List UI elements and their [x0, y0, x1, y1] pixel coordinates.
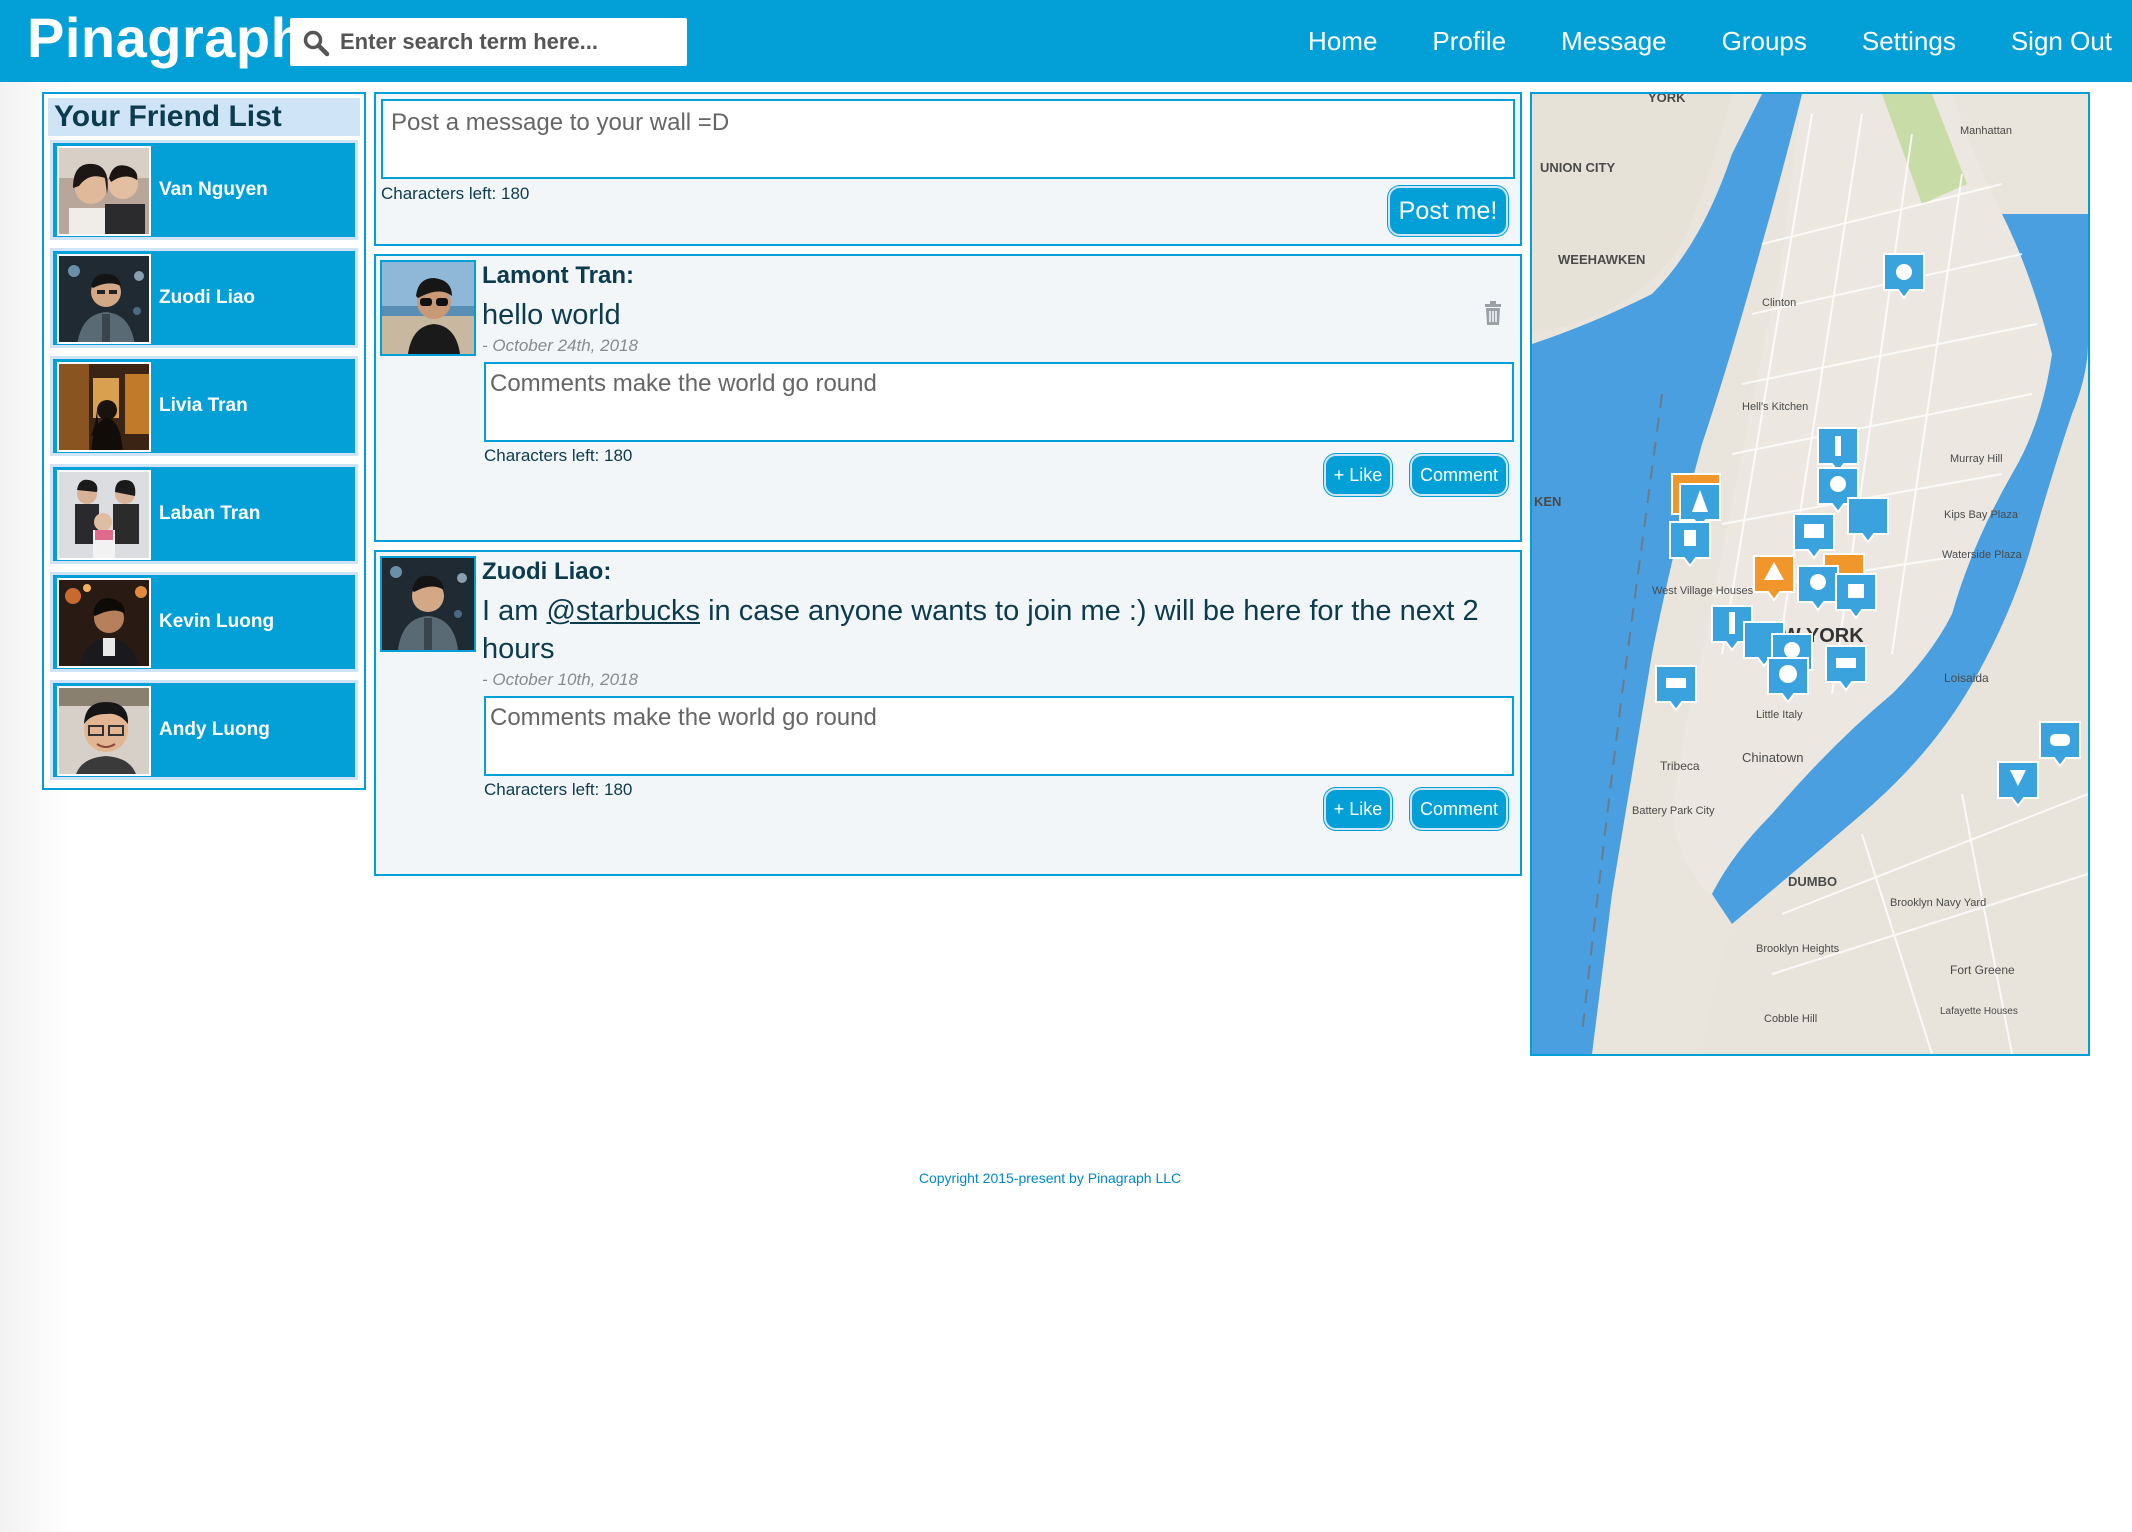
- brand-logo[interactable]: Pinagraph: [27, 6, 305, 70]
- post-date: - October 24th, 2018: [482, 336, 638, 355]
- comment-button[interactable]: Comment: [1410, 788, 1508, 830]
- avatar: [57, 146, 151, 236]
- map-label-kips-bay: Kips Bay Plaza: [1944, 509, 2019, 521]
- map-label-union-city: UNION CITY: [1540, 160, 1615, 175]
- search-input[interactable]: [340, 24, 680, 60]
- like-button[interactable]: + Like: [1324, 788, 1392, 830]
- like-button[interactable]: + Like: [1324, 454, 1392, 496]
- map-label-cobble-hill: Cobble Hill: [1764, 1013, 1817, 1025]
- nav-signout[interactable]: Sign Out: [2011, 26, 2112, 57]
- friend-item-laban-tran[interactable]: Laban Tran: [50, 464, 358, 564]
- friend-item-zuodi-liao[interactable]: Zuodi Liao: [50, 248, 358, 348]
- chars-left-label: Characters left: 180: [381, 184, 530, 203]
- post-message-input[interactable]: [381, 99, 1515, 179]
- map-label-murray-hill: Murray Hill: [1950, 453, 2003, 465]
- nav-profile[interactable]: Profile: [1432, 26, 1506, 57]
- nav-home[interactable]: Home: [1308, 26, 1377, 57]
- post-text: hello world: [482, 299, 621, 331]
- post-text: I am @starbucks in case anyone wants to …: [482, 592, 1482, 668]
- map-label-manhattan: Manhattan: [1960, 125, 2012, 137]
- friend-item-van-nguyen[interactable]: Van Nguyen: [50, 140, 358, 240]
- friend-name: Livia Tran: [159, 395, 248, 416]
- map-label-dumbo: DUMBO: [1788, 874, 1837, 889]
- feed-post: Zuodi Liao: I am @starbucks in case anyo…: [374, 550, 1522, 876]
- map-label-fort-greene: Fort Greene: [1950, 963, 2015, 977]
- avatar: [57, 254, 151, 344]
- map-label-chinatown: Chinatown: [1742, 750, 1803, 765]
- footer-copyright: Copyright 2015-present by Pinagraph LLC: [918, 1170, 1182, 1186]
- trash-icon[interactable]: [1482, 300, 1504, 326]
- friend-name: Andy Luong: [159, 719, 270, 740]
- map-label-waterside: Waterside Plaza: [1942, 549, 2023, 561]
- friend-item-livia-tran[interactable]: Livia Tran: [50, 356, 358, 456]
- avatar: [380, 556, 476, 652]
- map-label-weehawken: WEEHAWKEN: [1558, 252, 1645, 267]
- friend-item-andy-luong[interactable]: Andy Luong: [50, 680, 358, 780]
- nav-settings[interactable]: Settings: [1862, 26, 1956, 57]
- avatar: [57, 470, 151, 560]
- friend-list: Your Friend List Van Nguyen Zuodi Liao L…: [42, 92, 366, 790]
- post-author[interactable]: Zuodi Liao:: [482, 558, 611, 586]
- friend-list-title: Your Friend List: [48, 98, 360, 136]
- map-label-navy-yard: Brooklyn Navy Yard: [1890, 897, 1986, 909]
- map-label-brooklyn-heights: Brooklyn Heights: [1756, 943, 1840, 955]
- post-button[interactable]: Post me!: [1388, 186, 1508, 236]
- chars-left-label: Characters left: 180: [484, 780, 633, 799]
- friend-name: Zuodi Liao: [159, 287, 256, 308]
- friend-name: Kevin Luong: [159, 611, 275, 632]
- comment-input[interactable]: [484, 362, 1514, 442]
- avatar: [57, 686, 151, 776]
- map-label-west-village: West Village Houses: [1652, 585, 1754, 597]
- comment-button[interactable]: Comment: [1410, 454, 1508, 496]
- friend-name: Laban Tran: [159, 503, 261, 524]
- search-icon: [303, 30, 330, 57]
- post-composer: Characters left: 180 Post me!: [374, 92, 1522, 246]
- mention-link[interactable]: @starbucks: [546, 595, 700, 627]
- friend-name: Van Nguyen: [159, 179, 268, 200]
- avatar: [57, 362, 151, 452]
- post-date: - October 10th, 2018: [482, 670, 638, 689]
- map-label-ken: KEN: [1534, 494, 1561, 509]
- map-panel[interactable]: YORK UNION CITY WEEHAWKEN Manhattan KEN …: [1530, 92, 2090, 1056]
- top-navbar: Pinagraph Home Profile Message Groups Se…: [0, 0, 2132, 82]
- map-label-york: YORK: [1648, 94, 1686, 105]
- chars-left-label: Characters left: 180: [484, 446, 633, 465]
- avatar: [380, 260, 476, 356]
- search-box[interactable]: [290, 18, 687, 66]
- post-text-before: I am: [482, 595, 547, 627]
- nav-groups[interactable]: Groups: [1722, 26, 1807, 57]
- avatar: [57, 578, 151, 668]
- nav-links: Home Profile Message Groups Settings Sig…: [1253, 0, 2112, 82]
- map-label-little-italy: Little Italy: [1756, 709, 1803, 721]
- map-label-clinton: Clinton: [1762, 297, 1796, 309]
- map-label-hells-kitchen: Hell's Kitchen: [1742, 401, 1808, 413]
- map-label-tribeca: Tribeca: [1660, 759, 1700, 773]
- feed-post: Lamont Tran: hello world - October 24th,…: [374, 254, 1522, 542]
- post-author[interactable]: Lamont Tran:: [482, 262, 634, 290]
- comment-input[interactable]: [484, 696, 1514, 776]
- friend-item-kevin-luong[interactable]: Kevin Luong: [50, 572, 358, 672]
- map-canvas[interactable]: YORK UNION CITY WEEHAWKEN Manhattan KEN …: [1532, 94, 2088, 1054]
- map-label-lafayette: Lafayette Houses: [1940, 1006, 2018, 1017]
- map-label-battery: Battery Park City: [1632, 805, 1715, 817]
- nav-message[interactable]: Message: [1561, 26, 1667, 57]
- map-label-loisaida: Loisaida: [1944, 671, 1989, 685]
